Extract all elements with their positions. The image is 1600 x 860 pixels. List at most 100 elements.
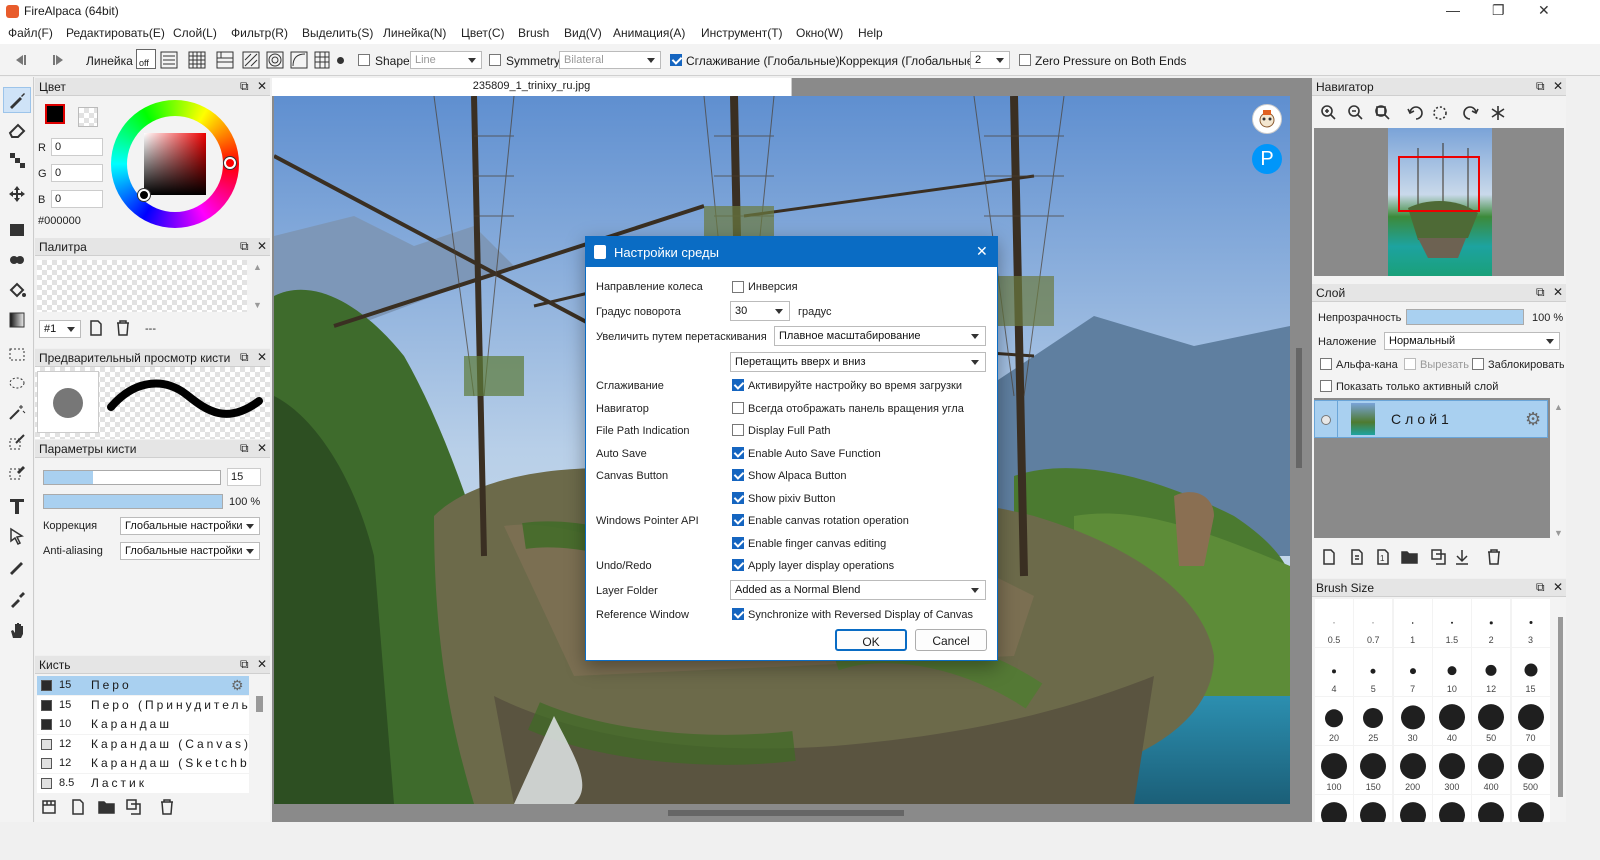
select-rect-tool-icon[interactable] (3, 341, 31, 367)
ok-button[interactable]: OK (835, 629, 907, 651)
auto-save-checkbox[interactable] (732, 447, 744, 459)
palette-select[interactable]: #1 (39, 320, 81, 338)
brush-tool-icon[interactable] (3, 87, 31, 113)
canvas-hscrollbar[interactable] (668, 810, 904, 816)
brush-list-item[interactable]: 15 Перо (Принудительно) (37, 695, 249, 715)
brush-size-cell[interactable]: 5 (1354, 648, 1393, 696)
navigator-toolbar[interactable] (1320, 104, 1510, 122)
navigator-viewport[interactable] (1398, 156, 1480, 212)
brush-size-cell[interactable]: 10 (1432, 648, 1471, 696)
brush-size-cell[interactable]: 12 (1472, 648, 1511, 696)
dialog-close-icon[interactable]: ✕ (976, 243, 988, 260)
brush-list-item[interactable]: 10 Карандаш (37, 715, 249, 734)
menu-filter[interactable]: Фильтр(R) (231, 26, 288, 40)
primary-color-swatch[interactable] (45, 104, 65, 124)
undock-icon[interactable]: ⧉ (240, 441, 249, 456)
undock-icon[interactable]: ⧉ (1536, 79, 1545, 94)
secondary-color-swatch[interactable] (78, 107, 98, 127)
close-panel-icon[interactable]: ✕ (1553, 580, 1563, 594)
close-panel-icon[interactable]: ✕ (257, 350, 267, 364)
b-input[interactable]: 0 (51, 190, 103, 208)
bucket-tool-icon[interactable] (3, 277, 31, 303)
visibility-icon[interactable] (1321, 415, 1331, 425)
symmetry-checkbox[interactable] (489, 54, 501, 66)
brush-list-item[interactable]: 15 Перо ⚙ (37, 676, 249, 695)
brush-size-cell[interactable]: 100 (1315, 746, 1353, 794)
symmetry-select[interactable]: Bilateral (559, 51, 661, 69)
brush-size-cell[interactable] (1315, 795, 1353, 822)
finger-editing-checkbox[interactable] (732, 537, 744, 549)
brush-size-cell[interactable]: 500 (1511, 746, 1550, 794)
close-window-icon[interactable]: ✕ (1538, 2, 1550, 19)
forward-icon[interactable] (48, 54, 64, 66)
brush-panel-actions[interactable] (41, 798, 191, 816)
r-input[interactable]: 0 (51, 138, 103, 156)
palette-grid[interactable] (37, 260, 247, 312)
eraser-tool-icon[interactable] (3, 117, 31, 143)
correction-select[interactable]: Глобальные настройки (120, 517, 260, 535)
menu-tool[interactable]: Инструмент(T) (701, 26, 783, 40)
undock-icon[interactable]: ⧉ (240, 239, 249, 254)
brush-list-item[interactable]: 12 Карандаш (Sketchbook) (37, 754, 249, 773)
move-tool-icon[interactable] (3, 181, 31, 207)
undock-icon[interactable]: ⧉ (240, 657, 249, 672)
zero-pressure-checkbox[interactable] (1019, 54, 1031, 66)
correction-select[interactable]: 2 (970, 51, 1010, 69)
brush-size-cell[interactable]: 1 (1393, 599, 1432, 647)
brush-size-cell[interactable]: 0.5 (1315, 599, 1353, 647)
alpha-lock-checkbox[interactable] (1320, 358, 1332, 370)
brush-size-cell[interactable]: 300 (1432, 746, 1471, 794)
menu-view[interactable]: Вид(V) (564, 26, 602, 40)
brush-size-cell[interactable]: 3 (1511, 599, 1550, 647)
cancel-button[interactable]: Cancel (915, 629, 987, 651)
shape-select[interactable]: Line (410, 51, 482, 69)
antialias-checkbox[interactable] (670, 54, 682, 66)
scroll-down-icon[interactable]: ▼ (1554, 528, 1563, 538)
navigator-preview[interactable] (1314, 128, 1564, 276)
brush-opacity-slider[interactable] (43, 494, 223, 509)
close-panel-icon[interactable]: ✕ (257, 657, 267, 671)
undock-icon[interactable]: ⧉ (240, 79, 249, 94)
brush-size-cell[interactable]: 4 (1315, 648, 1353, 696)
alpaca-button-checkbox[interactable] (732, 469, 744, 481)
menu-help[interactable]: Help (858, 26, 883, 40)
menu-edit[interactable]: Редактировать(E) (66, 26, 165, 40)
undock-icon[interactable]: ⧉ (240, 350, 249, 365)
trash-icon[interactable] (115, 320, 131, 336)
lock-checkbox[interactable] (1472, 358, 1484, 370)
minimize-icon[interactable]: — (1446, 2, 1460, 18)
magic-wand-tool-icon[interactable] (3, 399, 31, 425)
operation-tool-icon[interactable] (3, 523, 31, 549)
menu-file[interactable]: Файл(F) (8, 26, 53, 40)
menu-layer[interactable]: Слой(L) (173, 26, 217, 40)
close-panel-icon[interactable]: ✕ (1553, 79, 1563, 93)
scroll-up-icon[interactable]: ▲ (253, 262, 262, 272)
brush-size-cell[interactable]: 40 (1432, 697, 1471, 745)
brush-size-cell[interactable]: 0.7 (1354, 599, 1393, 647)
rotation-degree-select[interactable]: 30 (730, 301, 790, 321)
select-pen-tool-icon[interactable] (3, 429, 31, 455)
brush-size-cell[interactable] (1472, 795, 1511, 822)
file-path-checkbox[interactable] (732, 424, 744, 436)
color-wheel[interactable] (111, 100, 239, 228)
navigator-checkbox[interactable] (732, 402, 744, 414)
invert-wheel-checkbox[interactable] (732, 281, 744, 293)
brush-size-slider[interactable] (43, 470, 221, 485)
brush-size-cell[interactable]: 200 (1393, 746, 1432, 794)
only-active-checkbox[interactable] (1320, 380, 1332, 392)
clip-checkbox[interactable] (1404, 358, 1416, 370)
close-panel-icon[interactable]: ✕ (1553, 285, 1563, 299)
close-panel-icon[interactable]: ✕ (257, 441, 267, 455)
brush-size-cell[interactable]: 50 (1472, 697, 1511, 745)
layer-display-checkbox[interactable] (732, 559, 744, 571)
new-palette-icon[interactable] (89, 320, 103, 336)
layer-settings-gear-icon[interactable]: ⚙ (1525, 409, 1541, 430)
text-tool-icon[interactable] (3, 493, 31, 519)
brush-size-cell[interactable]: 70 (1511, 697, 1550, 745)
brush-list-scrollbar[interactable] (256, 696, 263, 712)
gradient-tool-icon[interactable] (3, 307, 31, 333)
menu-select[interactable]: Выделить(S) (302, 26, 373, 40)
close-panel-icon[interactable]: ✕ (257, 79, 267, 93)
blend-select[interactable]: Нормальный (1384, 332, 1560, 350)
document-tab[interactable]: 235809_1_trinixy_ru.jpg (272, 78, 792, 96)
